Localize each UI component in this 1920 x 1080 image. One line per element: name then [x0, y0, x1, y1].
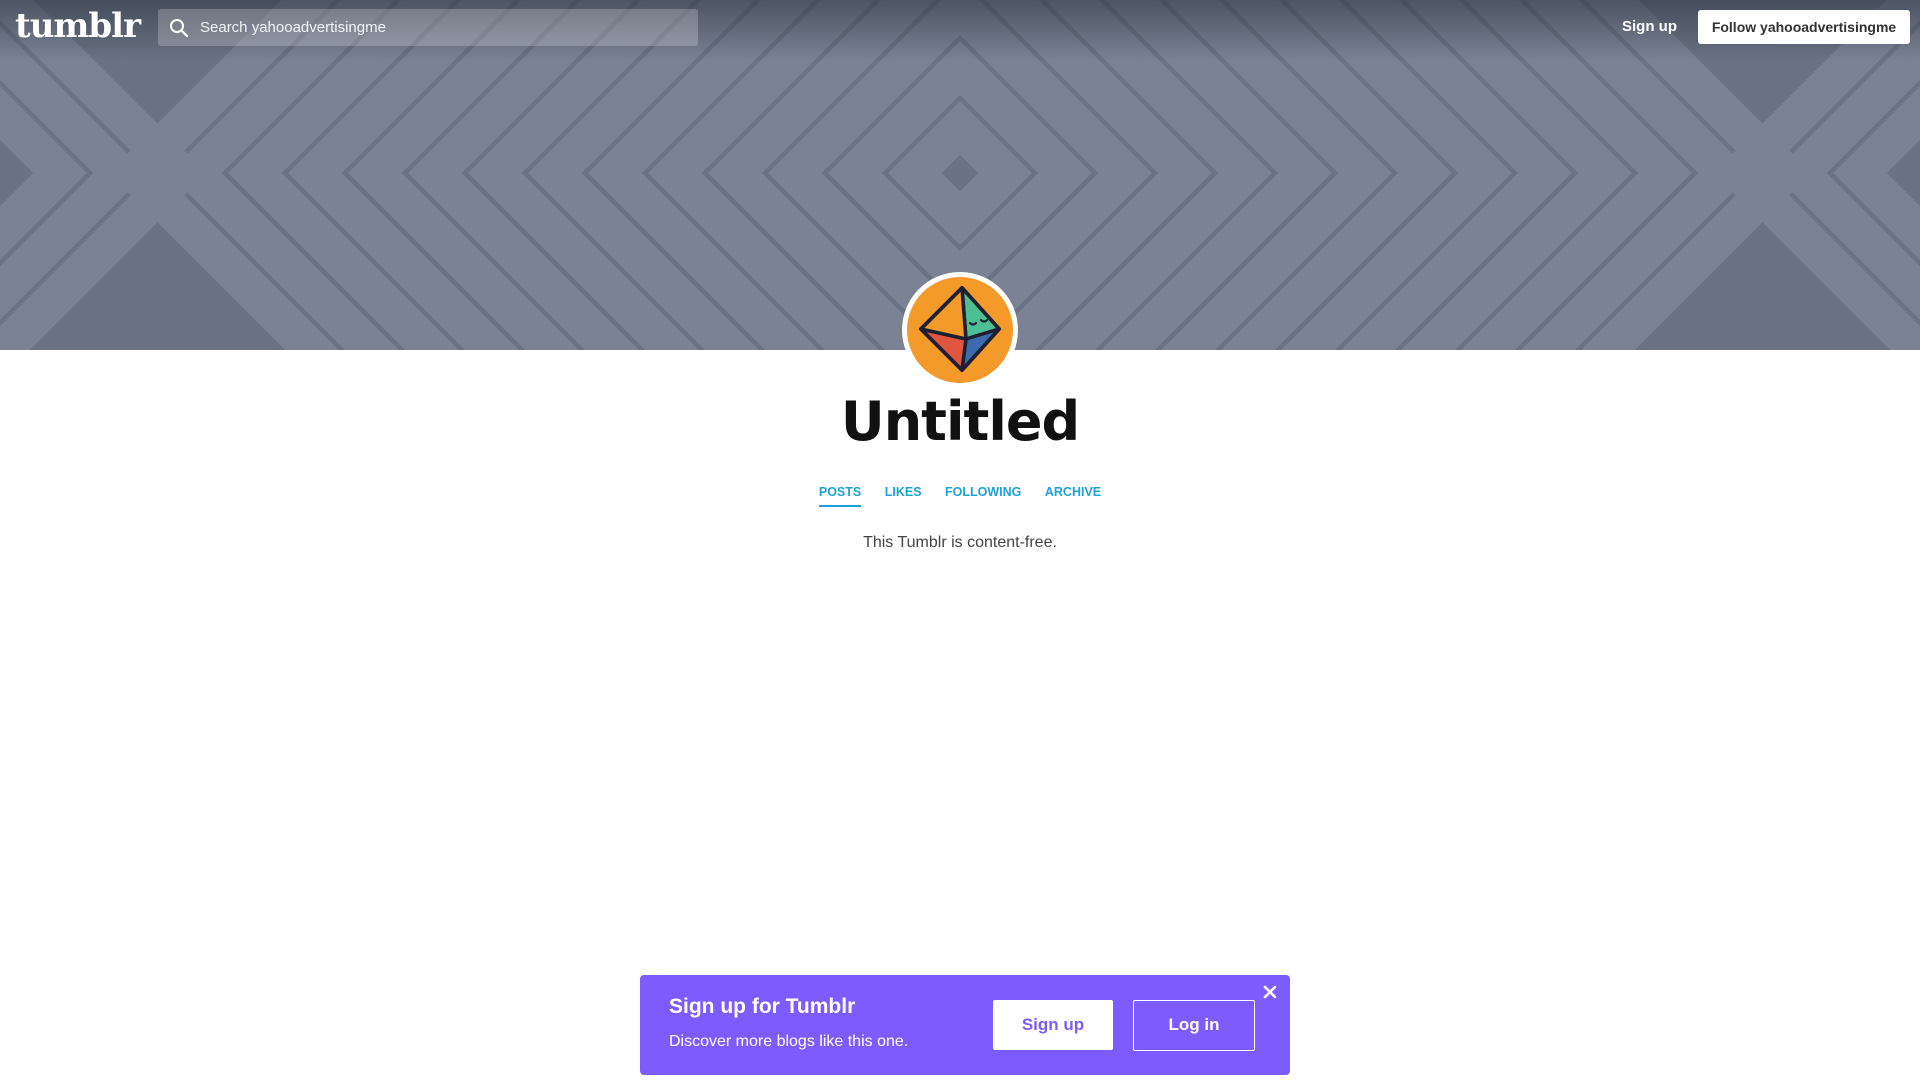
blog-title: Untitled — [840, 390, 1080, 453]
signup-banner: Sign up for Tumblr Discover more blogs l… — [640, 975, 1290, 1075]
tab-likes[interactable]: LIKES — [885, 485, 922, 505]
blog-tabs: POSTS LIKES FOLLOWING ARCHIVE — [0, 485, 1920, 507]
search-bar[interactable] — [158, 9, 698, 46]
search-input[interactable] — [198, 9, 688, 46]
signup-button[interactable]: Sign up — [993, 1000, 1113, 1050]
close-icon[interactable] — [1262, 984, 1278, 1000]
tab-archive[interactable]: ARCHIVE — [1045, 485, 1101, 505]
follow-button[interactable]: Follow yahooadvertisingme — [1698, 10, 1910, 44]
tab-following[interactable]: FOLLOWING — [945, 485, 1021, 505]
tumblr-logo[interactable]: tumblr — [15, 6, 141, 46]
tab-posts[interactable]: POSTS — [818, 485, 862, 507]
signup-link[interactable]: Sign up — [1622, 18, 1677, 35]
login-button[interactable]: Log in — [1133, 1000, 1255, 1051]
top-nav: tumblr Sign up Follow yahooadvertisingme — [0, 0, 1920, 56]
search-icon — [170, 19, 189, 38]
octahedron-icon — [907, 277, 1013, 383]
blog-avatar[interactable] — [902, 272, 1018, 388]
signup-banner-title: Sign up for Tumblr — [669, 995, 856, 1018]
signup-banner-subtitle: Discover more blogs like this one. — [669, 1033, 909, 1050]
empty-message: This Tumblr is content-free. — [863, 534, 1057, 551]
